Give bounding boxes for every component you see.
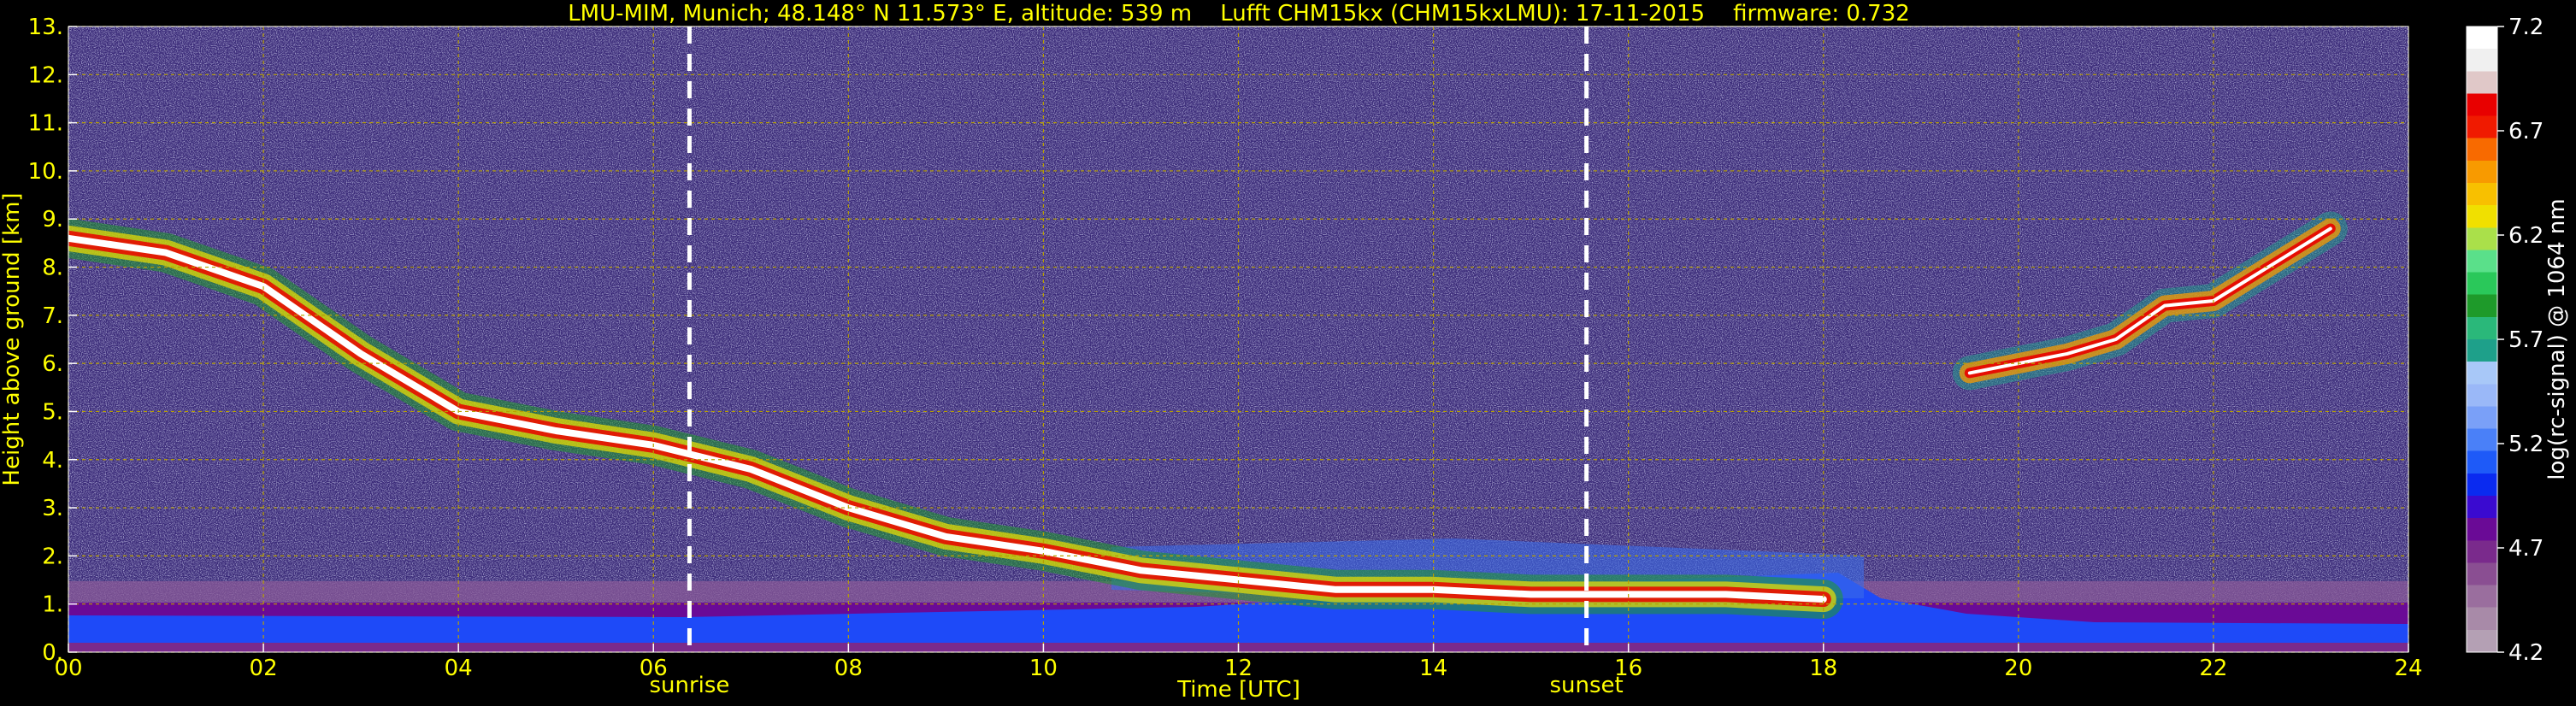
y-tick-label: 13. [28, 15, 63, 40]
colorbar-tick-label: 5.7 [2508, 327, 2544, 353]
y-tick-label: 8. [42, 256, 63, 281]
y-tick-label: 1. [42, 592, 63, 618]
sunset-label: sunset [1550, 673, 1624, 698]
colorbar-gradient [2466, 26, 2498, 653]
y-tick-label: 10. [28, 159, 63, 185]
colorbar-tick-label: 5.2 [2508, 432, 2544, 457]
colorbar-tick-label: 4.7 [2508, 536, 2544, 562]
y-tick-label: 0. [42, 640, 63, 666]
y-tick-label: 5. [42, 399, 63, 425]
x-tick-label: 16 [1614, 656, 1642, 681]
x-tick-label: 02 [250, 656, 278, 681]
chart-title: LMU-MIM, Munich; 48.148° N 11.573° E, al… [568, 1, 1910, 26]
x-tick-label: 20 [2004, 656, 2032, 681]
y-tick-label: 12. [28, 62, 63, 88]
x-tick-label: 14 [1419, 656, 1447, 681]
x-axis-label: Time [UTC] [1176, 677, 1300, 703]
y-tick-label: 7. [42, 303, 63, 329]
y-axis-label: Height above ground [km] [0, 192, 25, 485]
colorbar-tick-label: 6.2 [2508, 223, 2544, 249]
x-tick-label: 24 [2394, 656, 2422, 681]
y-tick-label: 2. [42, 544, 63, 569]
colorbar: 4.2 4.7 5.2 5.7 6.2 6.7 7.2 log(rc-signal) @ 1… [2466, 15, 2570, 666]
x-tick-label: 08 [834, 656, 863, 681]
colorbar-tick-label: 4.2 [2508, 640, 2544, 666]
x-tick-label: 22 [2199, 656, 2227, 681]
y-tick-label: 4. [42, 448, 63, 474]
y-tick-label: 11. [28, 111, 63, 137]
colorbar-tick-label: 6.7 [2508, 119, 2544, 144]
x-tick-label: 06 [640, 656, 668, 681]
y-tick-label: 6. [42, 351, 63, 377]
x-tick-label: 04 [445, 656, 473, 681]
x-tick-label: 18 [1809, 656, 1837, 681]
x-tick-label: 10 [1029, 656, 1058, 681]
colorbar-label: log(rc-signal) @ 1064 nm [2544, 198, 2570, 479]
colorbar-tick-label: 7.2 [2508, 15, 2544, 40]
y-tick-label: 3. [42, 496, 63, 521]
y-tick-label: 9. [42, 207, 63, 232]
colorbar-ticks: 4.2 4.7 5.2 5.7 6.2 6.7 7.2 [2497, 15, 2544, 666]
lidar-quicklook-chart: sunrise sunset 00 02 04 06 08 10 12 14 16 18 20 22 24… [0, 1, 2570, 703]
